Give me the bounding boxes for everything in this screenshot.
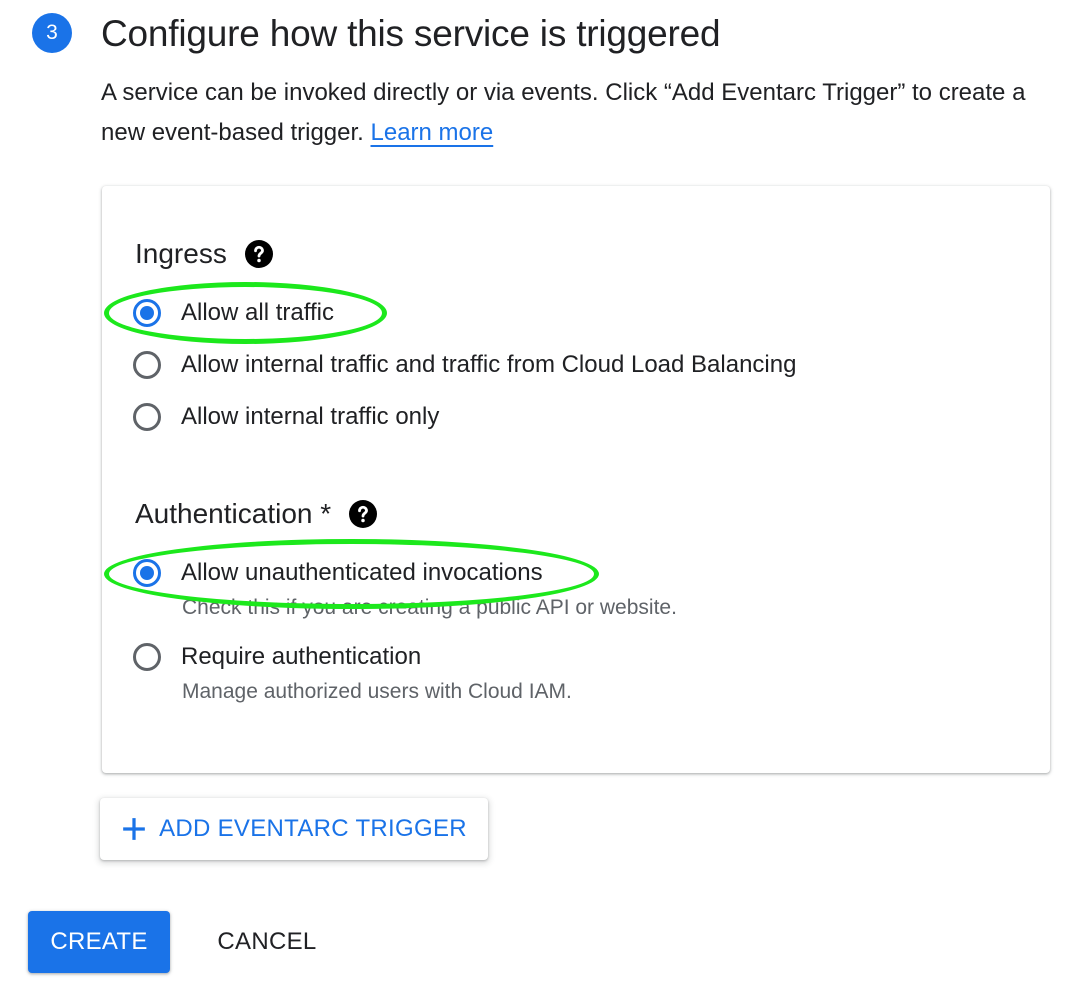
ingress-heading-label: Ingress — [135, 238, 227, 269]
ingress-option-internal-only[interactable]: Allow internal traffic only — [133, 397, 439, 437]
auth-option-allow-unauthenticated[interactable]: Allow unauthenticated invocations — [133, 553, 543, 593]
add-eventarc-trigger-button[interactable]: ADD EVENTARC TRIGGER — [100, 798, 488, 860]
radio-label: Allow internal traffic only — [181, 403, 440, 430]
radio-label: Require authentication — [181, 643, 422, 670]
ingress-option-internal-and-load-balancing[interactable]: Allow internal traffic and traffic from … — [133, 345, 796, 385]
ingress-heading: Ingress — [135, 236, 273, 272]
authentication-heading-label: Authentication * — [135, 498, 332, 529]
create-button[interactable]: CREATE — [28, 911, 170, 973]
radio-button-checked[interactable] — [133, 559, 161, 587]
add-eventarc-trigger-label: ADD EVENTARC TRIGGER — [159, 815, 467, 842]
radio-label: Allow all traffic — [181, 299, 334, 326]
step-number: 3 — [46, 21, 58, 44]
authentication-heading: Authentication * — [135, 496, 378, 532]
step-description-text: A service can be invoked directly or via… — [101, 79, 1026, 146]
help-circle-icon[interactable] — [244, 240, 273, 268]
ingress-option-all-traffic[interactable]: Allow all traffic — [133, 293, 334, 333]
trigger-settings-card: Ingress Allow all traffic Allow internal… — [102, 186, 1050, 773]
service-trigger-config-page: 3 Configure how this service is triggere… — [0, 0, 1088, 1000]
radio-button-checked[interactable] — [133, 299, 161, 327]
radio-hint: Manage authorized users with Cloud IAM. — [182, 680, 572, 703]
cancel-button[interactable]: CANCEL — [196, 911, 338, 973]
radio-hint: Check this if you are creating a public … — [182, 596, 677, 619]
step-number-badge: 3 — [32, 13, 72, 53]
help-circle-icon[interactable] — [349, 500, 378, 528]
radio-label: Allow unauthenticated invocations — [181, 559, 543, 586]
step-description: A service can be invoked directly or via… — [101, 73, 1041, 153]
radio-button[interactable] — [133, 351, 161, 379]
radio-button[interactable] — [133, 403, 161, 431]
auth-option-require-authentication[interactable]: Require authentication — [133, 637, 421, 677]
plus-icon — [123, 818, 145, 840]
learn-more-link[interactable]: Learn more — [371, 119, 494, 146]
radio-button[interactable] — [133, 643, 161, 671]
step-title: Configure how this service is triggered — [101, 13, 721, 54]
radio-label: Allow internal traffic and traffic from … — [181, 351, 797, 378]
